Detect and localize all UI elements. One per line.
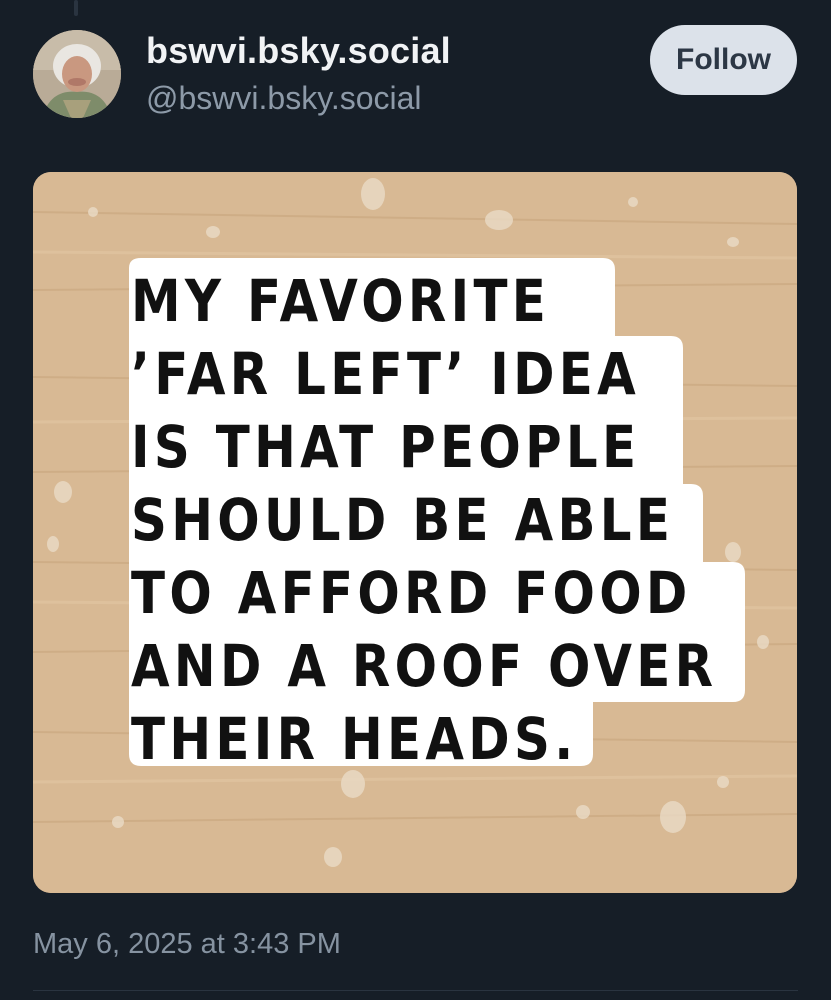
follow-button[interactable]: Follow bbox=[650, 25, 797, 95]
post-image[interactable]: MY FAVORITE ’FAR LEFT’ IDEA IS THAT PEOP… bbox=[33, 172, 797, 893]
post-thread-view: bswvi.bsky.social @bswvi.bsky.social Fol… bbox=[0, 0, 831, 1000]
divider bbox=[33, 990, 798, 991]
author-avatar[interactable] bbox=[33, 30, 121, 118]
author-display-name[interactable]: bswvi.bsky.social bbox=[146, 30, 451, 72]
thread-connector-line bbox=[74, 0, 78, 16]
author-handle[interactable]: @bswvi.bsky.social bbox=[146, 80, 422, 117]
image-caption-text: MY FAVORITE ’FAR LEFT’ IDEA IS THAT PEOP… bbox=[131, 267, 718, 773]
avatar-photo-icon bbox=[33, 30, 121, 118]
post-timestamp[interactable]: May 6, 2025 at 3:43 PM bbox=[33, 928, 341, 961]
